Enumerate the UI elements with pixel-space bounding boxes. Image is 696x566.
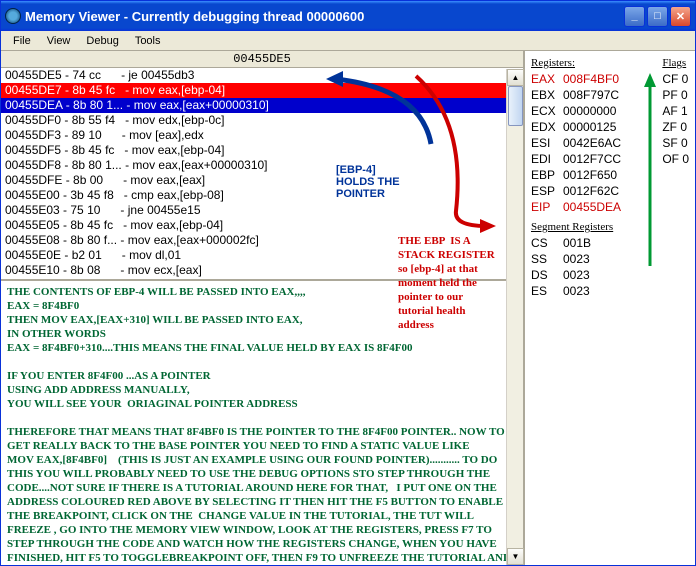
menubar: File View Debug Tools — [1, 31, 695, 51]
flag-row: ZF 0 — [662, 119, 689, 135]
flag-row: PF 0 — [662, 87, 689, 103]
notes-pane[interactable]: THE CONTENTS OF EBP-4 WILL BE PASSED INT… — [1, 279, 523, 565]
segment-row: CS001B — [531, 235, 689, 251]
close-button[interactable]: ✕ — [670, 6, 691, 27]
memory-viewer-window: Memory Viewer - Currently debugging thre… — [0, 0, 696, 566]
disasm-row[interactable]: 00455DF0 - 8b 55 f4 - mov edx,[ebp-0c] — [1, 113, 523, 128]
disasm-row[interactable]: 00455DF8 - 8b 80 1... - mov eax,[eax+000… — [1, 158, 523, 173]
register-row[interactable]: EIP00455DEA — [531, 199, 689, 215]
segment-row: DS0023 — [531, 267, 689, 283]
address-header: 00455DE5 — [1, 51, 523, 68]
menu-file[interactable]: File — [5, 33, 39, 49]
titlebar[interactable]: Memory Viewer - Currently debugging thre… — [1, 1, 695, 31]
scroll-thumb[interactable] — [508, 86, 523, 126]
disasm-row[interactable]: 00455DE5 - 74 cc - je 00455db3 — [1, 68, 523, 83]
scroll-up-button[interactable]: ▲ — [507, 69, 524, 86]
flag-row: SF 0 — [662, 135, 689, 151]
disasm-row[interactable]: 00455E00 - 3b 45 f8 - cmp eax,[ebp-08] — [1, 188, 523, 203]
registers-panel: Registers: EAX008F4BF0EBX008F797CECX0000… — [525, 51, 695, 565]
menu-debug[interactable]: Debug — [78, 33, 126, 49]
disasm-row[interactable]: 00455DF3 - 89 10 - mov [eax],edx — [1, 128, 523, 143]
disasm-row[interactable]: 00455DE7 - 8b 45 fc - mov eax,[ebp-04] — [1, 83, 523, 98]
flags-column: Flags CF 0PF 0AF 1ZF 0SF 0OF 0 — [662, 55, 689, 167]
disasm-row[interactable]: 00455E05 - 8b 45 fc - mov eax,[ebp-04] — [1, 218, 523, 233]
disasm-row[interactable]: 00455DEA - 8b 80 1... - mov eax,[eax+000… — [1, 98, 523, 113]
register-row[interactable]: ESP0012F62C — [531, 183, 689, 199]
flag-list: CF 0PF 0AF 1ZF 0SF 0OF 0 — [662, 71, 689, 167]
maximize-button[interactable]: □ — [647, 6, 668, 27]
flags-header: Flags — [662, 55, 689, 71]
disasm-row[interactable]: 00455E0E - b2 01 - mov dl,01 — [1, 248, 523, 263]
register-row[interactable]: EBP0012F650 — [531, 167, 689, 183]
disasm-row[interactable]: 00455E03 - 75 10 - jne 00455e15 — [1, 203, 523, 218]
vertical-scrollbar[interactable]: ▲ ▼ — [506, 69, 523, 565]
disasm-row[interactable]: 00455DF5 - 8b 45 fc - mov eax,[ebp-04] — [1, 143, 523, 158]
window-controls: _ □ ✕ — [624, 6, 691, 27]
disasm-row[interactable]: 00455E08 - 8b 80 f... - mov eax,[eax+000… — [1, 233, 523, 248]
left-panel: 00455DE5 00455DE5 - 74 cc - je 00455db30… — [1, 51, 525, 565]
segments-header: Segment Registers — [531, 219, 689, 235]
minimize-button[interactable]: _ — [624, 6, 645, 27]
segment-row: SS0023 — [531, 251, 689, 267]
segment-list: CS001BSS0023DS0023ES0023 — [531, 235, 689, 299]
flag-row: AF 1 — [662, 103, 689, 119]
disassembly-view[interactable]: 00455DE5 - 74 cc - je 00455db300455DE7 -… — [1, 68, 523, 279]
app-icon — [5, 8, 21, 24]
menu-view[interactable]: View — [39, 33, 79, 49]
disasm-row[interactable]: 00455E10 - 8b 08 - mov ecx,[eax] — [1, 263, 523, 278]
flag-row: OF 0 — [662, 151, 689, 167]
window-title: Memory Viewer - Currently debugging thre… — [25, 9, 624, 24]
content-area: 00455DE5 00455DE5 - 74 cc - je 00455db30… — [1, 51, 695, 565]
menu-tools[interactable]: Tools — [127, 33, 169, 49]
disasm-row[interactable]: 00455E12 - ff 51 64 - call dword ptr [ec… — [1, 278, 523, 279]
scroll-down-button[interactable]: ▼ — [507, 548, 524, 565]
disasm-row[interactable]: 00455DFE - 8b 00 - mov eax,[eax] — [1, 173, 523, 188]
segment-row: ES0023 — [531, 283, 689, 299]
flag-row: CF 0 — [662, 71, 689, 87]
